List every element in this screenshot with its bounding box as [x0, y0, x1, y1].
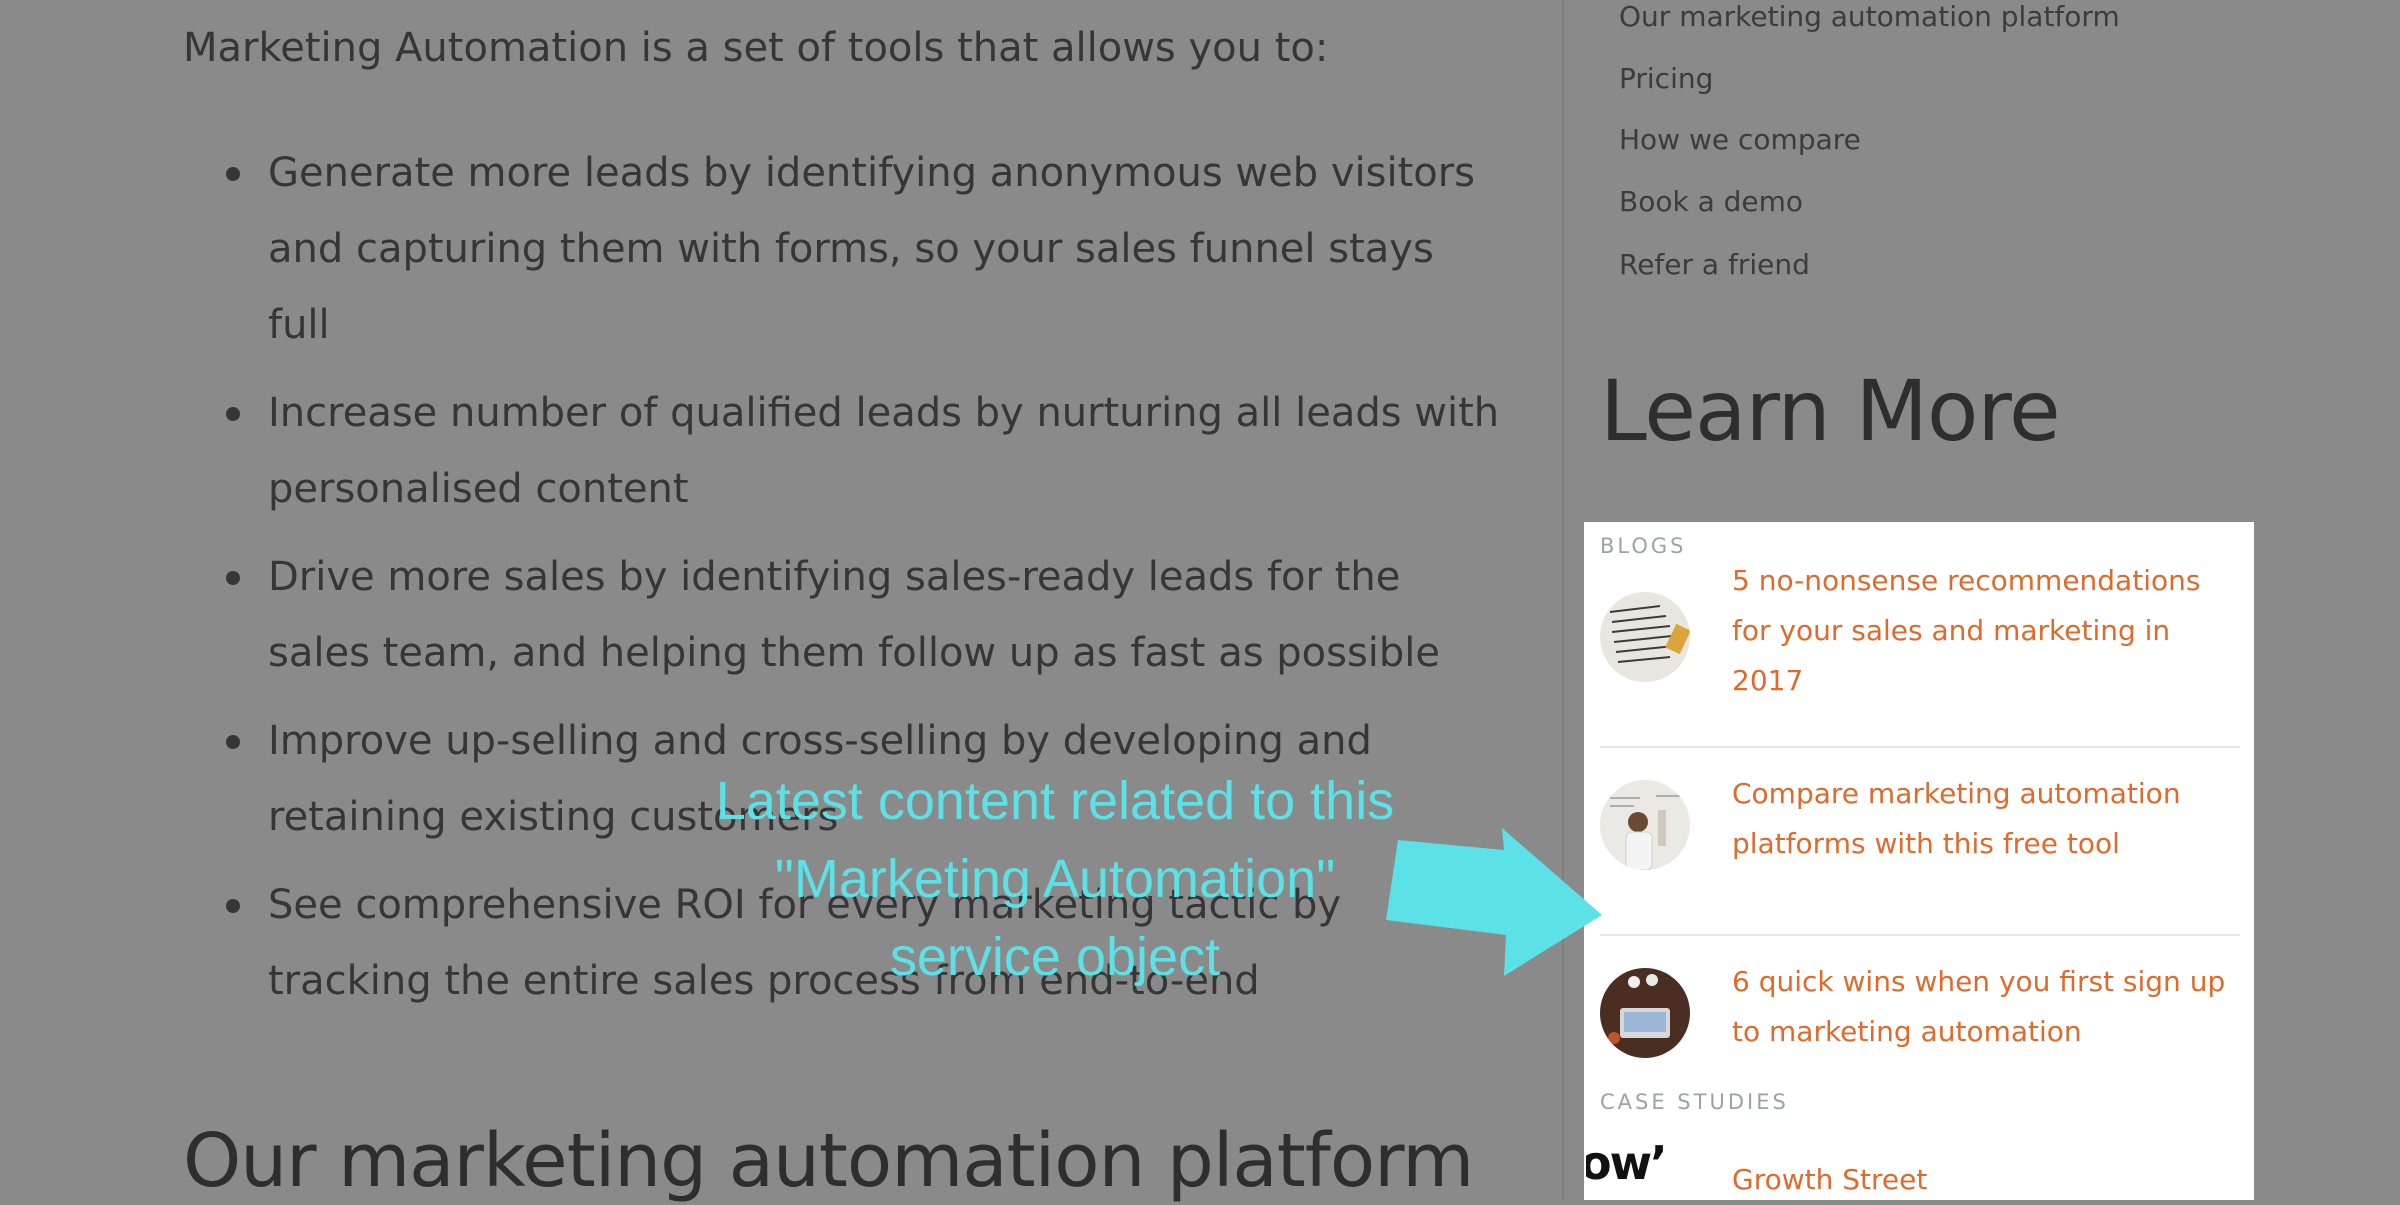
list-item: Generate more leads by identifying anony…	[226, 135, 1508, 363]
list-item-text: Drive more sales by identifying sales-re…	[268, 554, 1441, 676]
sidebar-link-refer-friend[interactable]: Refer a friend	[1619, 248, 1810, 281]
annotation-callout: Latest content related to this "Marketin…	[640, 762, 1470, 996]
platform-section-heading: Our marketing automation platform	[183, 1118, 1474, 1204]
case-study-logo-text: ow’	[1586, 1142, 1668, 1190]
case-studies-label: CASE STUDIES	[1600, 1090, 1789, 1114]
list-item-text: Generate more leads by identifying anony…	[268, 150, 1476, 348]
sidebar-link-pricing[interactable]: Pricing	[1619, 62, 1713, 95]
list-item: Drive more sales by identifying sales-re…	[226, 539, 1508, 691]
annotation-arrow-icon	[1386, 828, 1602, 976]
main-content: Marketing Automation is a set of tools t…	[0, 0, 1562, 1204]
blog-card[interactable]: 6 quick wins when you first sign up to m…	[1600, 942, 2240, 1092]
learn-more-heading: Learn More	[1600, 362, 2061, 460]
bullet-icon	[226, 167, 240, 181]
sidebar: Our marketing automation platform Pricin…	[1562, 0, 2400, 1200]
annotation-line: "Marketing Automation"	[774, 849, 1336, 909]
case-study-title-link[interactable]: Growth Street	[1732, 1155, 2242, 1205]
blog-thumbnail	[1600, 968, 1690, 1058]
blog-thumbnail	[1600, 592, 1690, 682]
bullet-icon	[226, 735, 240, 749]
blog-card[interactable]: Compare marketing automation platforms w…	[1600, 754, 2240, 936]
blogs-label: BLOGS	[1600, 534, 1687, 558]
intro-text: Marketing Automation is a set of tools t…	[183, 25, 1329, 71]
blog-thumbnail	[1600, 780, 1690, 870]
learn-more-panel: BLOGS 5 no-nonsense recommendations for …	[1586, 522, 2256, 1200]
case-study-card[interactable]: ow’ Growth Street	[1586, 1122, 2240, 1200]
blog-title-link[interactable]: Compare marketing automation platforms w…	[1732, 769, 2242, 869]
bullet-icon	[226, 407, 240, 421]
blog-title-link[interactable]: 6 quick wins when you first sign up to m…	[1732, 957, 2242, 1057]
case-study-logo: ow’	[1586, 1142, 1690, 1202]
sidebar-link-platform[interactable]: Our marketing automation platform	[1619, 0, 2120, 33]
blog-title-link[interactable]: 5 no-nonsense recommendations for your s…	[1732, 556, 2242, 706]
annotation-line: Latest content related to this	[715, 771, 1395, 831]
blog-card[interactable]: 5 no-nonsense recommendations for your s…	[1600, 564, 2240, 748]
annotation-line: service object	[889, 927, 1221, 987]
sidebar-link-book-demo[interactable]: Book a demo	[1619, 185, 1803, 218]
list-item: Increase number of qualified leads by nu…	[226, 375, 1508, 527]
bullet-icon	[226, 571, 240, 585]
list-item-text: Increase number of qualified leads by nu…	[268, 390, 1500, 512]
bullet-icon	[226, 899, 240, 913]
sidebar-link-compare[interactable]: How we compare	[1619, 123, 1861, 156]
